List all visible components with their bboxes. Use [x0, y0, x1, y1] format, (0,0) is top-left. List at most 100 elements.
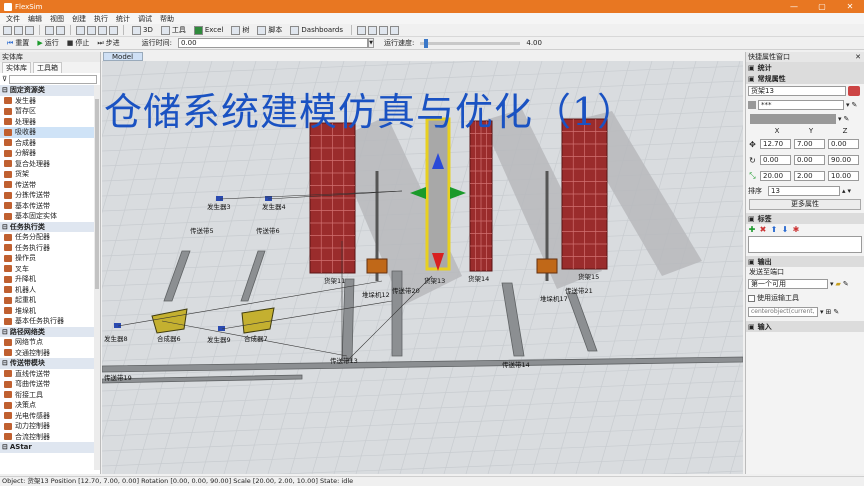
rotation-y-field[interactable]: 0.00 [794, 155, 825, 165]
edit-code-icon[interactable]: ✎ [843, 280, 849, 288]
edit-selected-icon[interactable] [109, 25, 118, 35]
eyedropper-icon[interactable]: ✎ [844, 115, 850, 123]
chevron-down-icon[interactable]: ▾ [820, 308, 824, 316]
menu-execute[interactable]: 执行 [90, 14, 112, 24]
edit-code-icon[interactable]: ✎ [833, 308, 839, 316]
delete-label-icon[interactable]: ✖ [759, 226, 767, 234]
script-button[interactable]: 脚本 [254, 25, 285, 35]
menu-edit[interactable]: 编辑 [24, 14, 46, 24]
folder-icon[interactable]: ▰ [836, 280, 841, 288]
library-item[interactable]: 发生器 [0, 96, 100, 107]
maximize-button[interactable]: ▢ [808, 0, 836, 13]
transport-select[interactable]: centerobject(current, 1) [748, 307, 818, 317]
object-name-input[interactable]: 货架13 [748, 86, 846, 96]
rank-down-icon[interactable]: ▾ [848, 187, 852, 195]
rank-input[interactable]: 13 [768, 186, 840, 196]
chevron-down-icon[interactable]: ▾ [838, 115, 842, 123]
excel-button[interactable]: Excel [191, 25, 227, 35]
3d-model-view[interactable]: 发生器3 发生器4 发生器8 发生器9 传送带5 传送带6 传送带20 传送带13 传送带14 传… [102, 61, 743, 474]
library-item[interactable]: 传送带 [0, 180, 100, 191]
stop-button[interactable]: ■ 停止 [63, 38, 94, 48]
experimenter-icon[interactable] [379, 25, 389, 35]
close-button[interactable]: ✕ [836, 0, 864, 13]
section-general[interactable]: ▣ 常规属性 [746, 73, 864, 84]
section-input[interactable]: ▣ 输入 [746, 321, 864, 332]
library-group[interactable]: ⊟ 任务执行类 [0, 221, 100, 232]
move-down-icon[interactable]: ⬇ [781, 226, 789, 234]
size-z-field[interactable]: 10.00 [828, 171, 859, 181]
run-time-field[interactable]: 0.00 [178, 38, 368, 48]
view-3d-button[interactable]: 3D [129, 25, 156, 35]
connect-mode-icon[interactable] [87, 25, 96, 35]
menu-file[interactable]: 文件 [2, 14, 24, 24]
library-item[interactable]: 直线传送带 [0, 369, 100, 380]
library-group[interactable]: ⊟ 路径网络类 [0, 326, 100, 337]
library-group[interactable]: ⊟ 固定资源类 [0, 85, 100, 96]
library-item[interactable]: 机器人 [0, 285, 100, 296]
library-item[interactable]: 衔接工具 [0, 390, 100, 401]
menu-view[interactable]: 视图 [46, 14, 68, 24]
position-x-field[interactable]: 12.70 [760, 139, 791, 149]
step-button[interactable]: ⏭ 步进 [93, 38, 123, 48]
pin-icon[interactable]: ✱ [792, 226, 800, 234]
tab-model-view[interactable]: Model [103, 52, 143, 61]
create-objects-icon[interactable] [98, 25, 107, 35]
tab-library[interactable]: 实体库 [2, 62, 31, 73]
chevron-down-icon[interactable]: ▾ [846, 101, 850, 109]
minimize-button[interactable]: — [780, 0, 808, 13]
library-item[interactable]: 合流控制器 [0, 432, 100, 443]
object-color-icon[interactable] [848, 86, 860, 96]
menu-statistics[interactable]: 统计 [112, 14, 134, 24]
send-to-port-select[interactable]: 第一个可用 [748, 279, 828, 289]
redo-icon[interactable] [56, 25, 65, 35]
library-item[interactable]: 合成器 [0, 138, 100, 149]
library-item[interactable]: 操作员 [0, 253, 100, 264]
grid-icon[interactable] [368, 25, 378, 35]
menu-help[interactable]: 帮助 [156, 14, 178, 24]
library-item[interactable]: 货架 [0, 169, 100, 180]
library-item[interactable]: 分拣传送带 [0, 190, 100, 201]
library-search-input[interactable] [9, 74, 97, 84]
speed-slider[interactable] [420, 38, 521, 48]
rank-up-icon[interactable]: ▴ [842, 187, 846, 195]
speed-slider-thumb[interactable] [424, 38, 429, 48]
position-y-field[interactable]: 7.00 [794, 139, 825, 149]
library-scroll-thumb[interactable] [95, 99, 99, 289]
library-item[interactable]: 交通控制器 [0, 348, 100, 359]
section-statistics[interactable]: ▣ 统计 [746, 62, 864, 73]
move-up-icon[interactable]: ⬆ [770, 226, 778, 234]
library-item[interactable]: 复合处理器 [0, 159, 100, 170]
open-file-icon[interactable] [14, 25, 23, 35]
rotation-x-field[interactable]: 0.00 [760, 155, 791, 165]
layout-icon[interactable] [357, 25, 367, 35]
library-item[interactable]: 任务执行器 [0, 243, 100, 254]
rotation-z-field[interactable]: 90.00 [828, 155, 859, 165]
size-x-field[interactable]: 20.00 [760, 171, 791, 181]
dashboards-button[interactable]: Dashboards [287, 25, 346, 35]
library-item[interactable]: 任务分配器 [0, 232, 100, 243]
library-item[interactable]: 叉车 [0, 264, 100, 275]
library-item[interactable]: 网络节点 [0, 337, 100, 348]
library-item[interactable]: 光电传感器 [0, 411, 100, 422]
save-icon[interactable] [25, 25, 34, 35]
optimizer-icon[interactable] [390, 25, 400, 35]
new-file-icon[interactable] [3, 25, 12, 35]
chevron-down-icon[interactable]: ▾ [830, 280, 834, 288]
tree-button[interactable]: 树 [228, 25, 252, 35]
library-item[interactable]: 吸收器 [0, 127, 100, 138]
library-group[interactable]: ⊟ AStar [0, 442, 100, 453]
tools-button[interactable]: 工具 [158, 25, 189, 35]
library-item[interactable]: 起重机 [0, 295, 100, 306]
library-item[interactable]: 动力控制器 [0, 421, 100, 432]
menu-build[interactable]: 创建 [68, 14, 90, 24]
close-panel-icon[interactable]: ✕ [855, 53, 864, 61]
library-item[interactable]: 基本固定实体 [0, 211, 100, 222]
tab-toolbox[interactable]: 工具箱 [33, 62, 62, 73]
object-type-select[interactable]: *** [758, 100, 844, 110]
library-item[interactable]: 弯曲传送带 [0, 379, 100, 390]
library-item[interactable]: 堆垛机 [0, 306, 100, 317]
reset-button[interactable]: ⏮ 重置 [3, 38, 33, 48]
library-scrollbar[interactable] [94, 85, 100, 470]
library-item[interactable]: 决策点 [0, 400, 100, 411]
position-z-field[interactable]: 0.00 [828, 139, 859, 149]
